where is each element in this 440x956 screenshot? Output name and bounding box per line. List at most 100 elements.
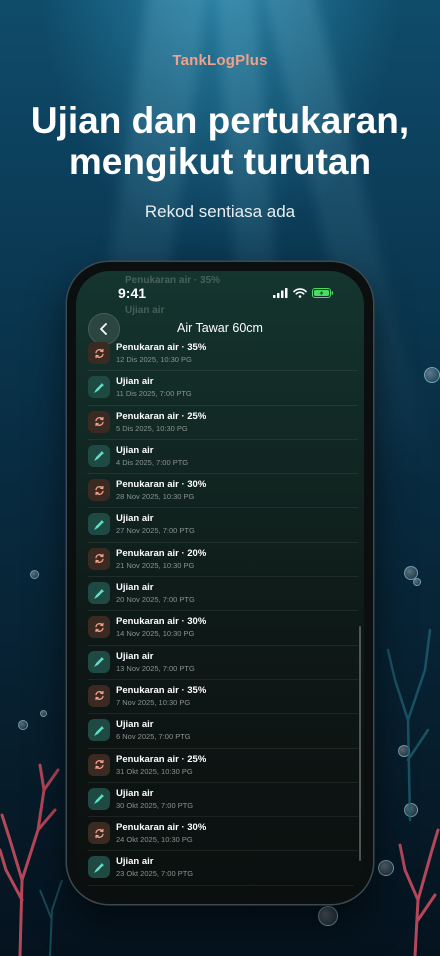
record-row-water-change[interactable]: Penukaran air · 35% 7 Nov 2025, 10:30 PG — [88, 680, 358, 715]
dropper-icon-badge — [88, 650, 110, 673]
record-title: Penukaran air · 35% — [116, 342, 207, 353]
status-time: 9:41 — [118, 285, 147, 301]
record-date: 27 Nov 2025, 7:00 PTG — [116, 526, 195, 536]
refresh-icon-badge — [88, 547, 110, 570]
record-title: Penukaran air · 25% — [116, 753, 207, 765]
dropper-icon-badge — [88, 444, 110, 467]
scrollbar[interactable] — [359, 626, 361, 861]
dropper-icon — [93, 382, 104, 393]
dropper-icon — [93, 520, 104, 530]
headline: Ujian dan pertukaran, mengikut turutan — [0, 100, 440, 182]
record-title: Penukaran air · 30% — [116, 479, 207, 491]
refresh-icon — [94, 691, 104, 701]
dropper-icon — [93, 794, 104, 805]
dropper-icon-badge — [88, 513, 110, 536]
subheadline: Rekod sentiasa ada — [144, 202, 296, 221]
record-row-water-test[interactable]: Ujian air 13 Nov 2025, 7:00 PTG — [88, 646, 358, 680]
status-bar: 9:41 — [76, 285, 364, 309]
record-row-water-test[interactable]: Ujian air 23 Okt 2025, 7:00 PTG — [88, 851, 358, 886]
bubble-decoration — [413, 578, 421, 586]
bubble-decoration — [30, 570, 39, 579]
record-title: Penukaran air · 30% — [116, 822, 207, 834]
record-title: Ujian air — [116, 376, 154, 388]
record-date: 20 Nov 2025, 7:00 PTG — [116, 595, 195, 605]
record-title: Ujian air — [116, 513, 154, 525]
record-title: Penukaran air · 25% — [116, 410, 207, 422]
record-title: Ujian air — [116, 787, 154, 799]
record-date: 6 Nov 2025, 7:00 PTG — [116, 732, 191, 742]
signal-icon — [273, 288, 288, 298]
refresh-icon-badge — [88, 616, 110, 639]
refresh-icon — [94, 622, 104, 633]
record-date: 21 Nov 2025, 10:30 PG — [116, 560, 195, 570]
dropper-icon — [93, 863, 104, 873]
refresh-icon-badge — [88, 822, 110, 845]
brand-name: TankLogPlus — [172, 52, 268, 69]
record-row-water-change[interactable]: Penukaran air · 30% 24 Okt 2025, 10:30 PG — [88, 817, 358, 852]
wifi-icon — [293, 288, 307, 298]
record-row-water-change[interactable]: Penukaran air · 30% 14 Nov 2025, 10:30 PG — [88, 611, 358, 646]
record-title: Ujian air — [116, 444, 154, 456]
refresh-icon — [94, 485, 104, 495]
record-row-water-change[interactable]: Penukaran air · 20% 21 Nov 2025, 10:30 PG — [88, 543, 358, 578]
refresh-icon-badge — [88, 479, 110, 502]
dropper-icon-badge — [88, 719, 110, 742]
bubble-decoration — [318, 906, 338, 926]
dropper-icon — [93, 588, 104, 599]
refresh-icon-badge — [88, 753, 110, 776]
refresh-icon — [94, 554, 104, 564]
record-row-water-test[interactable]: Ujian air 4 Dis 2025, 7:00 PTG — [88, 440, 358, 475]
dropper-icon-badge — [88, 582, 110, 605]
record-date: 31 Okt 2025, 10:30 PG — [116, 766, 193, 776]
refresh-icon-badge — [88, 342, 110, 364]
status-icons — [273, 288, 334, 298]
record-row-water-change[interactable]: Penukaran air · 35% 12 Dis 2025, 10:30 PG — [88, 337, 358, 372]
record-row-water-test[interactable]: Ujian air 27 Nov 2025, 7:00 PTG — [88, 508, 358, 543]
record-title: Penukaran air · 35% — [116, 684, 207, 696]
record-title: Ujian air — [116, 719, 154, 731]
headline-line-2: mengikut turutan — [68, 141, 372, 182]
dropper-icon-badge — [88, 856, 110, 879]
record-row-water-test[interactable]: Ujian air 20 Nov 2025, 7:00 PTG — [88, 577, 358, 612]
record-row-water-test[interactable]: Ujian air 6 Nov 2025, 7:00 PTG — [88, 714, 358, 749]
record-title: Ujian air — [116, 650, 154, 662]
refresh-icon — [94, 348, 104, 358]
record-date: 13 Nov 2025, 7:00 PTG — [116, 663, 195, 673]
record-date: 30 Okt 2025, 7:00 PTG — [116, 800, 194, 810]
refresh-icon-badge — [88, 410, 110, 433]
dropper-icon — [93, 657, 104, 668]
bubble-decoration — [424, 367, 440, 383]
record-date: 11 Dis 2025, 7:00 PTG — [116, 389, 192, 399]
record-date: 12 Dis 2025, 10:30 PG — [116, 355, 192, 364]
dropper-icon-badge — [88, 787, 110, 810]
record-date: 28 Nov 2025, 10:30 PG — [116, 492, 195, 502]
coral-left — [0, 763, 63, 956]
record-date: 14 Nov 2025, 10:30 PG — [116, 629, 195, 639]
record-row-water-change[interactable]: Penukaran air · 30% 28 Nov 2025, 10:30 PG — [88, 474, 358, 509]
app-screen: Penukaran air · 35% Ujian air 9:41 Air T… — [76, 271, 364, 895]
dropper-icon — [93, 451, 104, 462]
phone-frame: Penukaran air · 35% Ujian air 9:41 Air T… — [67, 262, 373, 904]
record-title: Penukaran air · 30% — [116, 616, 207, 628]
record-title: Penukaran air · 20% — [116, 547, 207, 559]
dropper-icon-badge — [88, 376, 110, 399]
record-date: 5 Dis 2025, 10:30 PG — [116, 423, 188, 433]
record-list: Penukaran air · 35% 12 Dis 2025, 10:30 PG… — [76, 337, 364, 886]
refresh-icon — [94, 759, 104, 770]
record-date: 24 Okt 2025, 10:30 PG — [116, 835, 193, 845]
record-row-water-test[interactable]: Ujian air 11 Dis 2025, 7:00 PTG — [88, 371, 358, 406]
record-title: Ujian air — [116, 582, 154, 594]
bubble-decoration — [40, 710, 47, 717]
record-row-water-change[interactable]: Penukaran air · 25% 5 Dis 2025, 10:30 PG — [88, 406, 358, 440]
refresh-icon-badge — [88, 684, 110, 707]
record-row-water-change[interactable]: Penukaran air · 25% 31 Okt 2025, 10:30 PG — [88, 749, 358, 783]
record-row-water-test[interactable]: Ujian air 30 Okt 2025, 7:00 PTG — [88, 783, 358, 818]
refresh-icon — [94, 828, 104, 838]
record-date: 23 Okt 2025, 7:00 PTG — [116, 869, 194, 879]
bubble-decoration — [18, 720, 28, 730]
record-date: 4 Dis 2025, 7:00 PTG — [116, 457, 189, 467]
refresh-icon — [94, 416, 104, 427]
battery-charging-icon — [312, 288, 334, 298]
coral-right — [386, 628, 440, 956]
record-date: 7 Nov 2025, 10:30 PG — [116, 697, 191, 707]
